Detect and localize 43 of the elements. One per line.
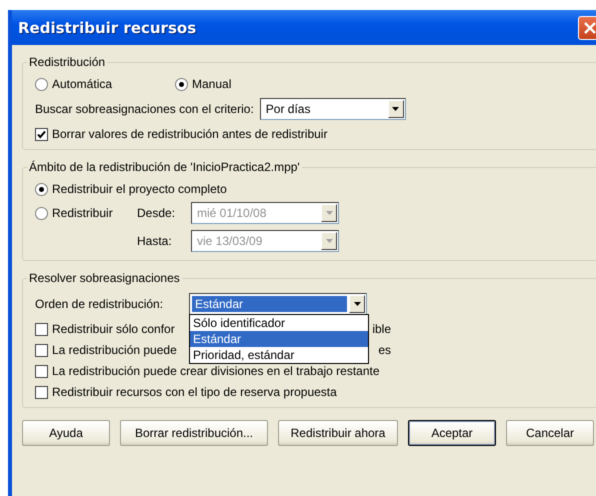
checkbox-label[interactable]: La redistribución puede crear divisiones en el trabajo restante: [52, 364, 380, 378]
checkbox-label[interactable]: Borrar valores de redistribución antes de redistribuir: [52, 127, 328, 141]
criteria-dropdown[interactable]: Por días: [260, 98, 406, 120]
radio-label[interactable]: Automática: [52, 77, 112, 91]
close-icon: [584, 22, 596, 34]
group-title: Resolver sobreasignaciones: [28, 271, 181, 285]
checkbox-label: ible: [372, 322, 391, 336]
checkbox[interactable]: [35, 364, 48, 378]
dropdown-option[interactable]: Estándar: [190, 331, 368, 347]
close-button[interactable]: [578, 16, 596, 40]
dialog-button[interactable]: Ayuda: [22, 420, 110, 446]
group-title: Ámbito de la redistribución de 'InicioPractica2.mpp': [28, 160, 301, 174]
dialog-button[interactable]: Borrar redistribución...: [120, 420, 268, 446]
window-title: Redistribuir recursos: [18, 18, 196, 36]
checkbox[interactable]: [35, 386, 48, 398]
dialog-button[interactable]: Aceptar: [408, 420, 496, 446]
dropdown-arrow-button[interactable]: [349, 295, 365, 313]
radio-label[interactable]: Redistribuir: [52, 206, 113, 220]
field-label: Buscar sobreasignaciones con el criterio:: [35, 102, 254, 116]
checkbox[interactable]: [35, 344, 48, 356]
caret-icon: [392, 107, 400, 111]
field-label: Orden de redistribución:: [35, 297, 164, 311]
radio-label[interactable]: Manual: [192, 77, 232, 91]
radio-button[interactable]: [35, 78, 48, 90]
field-label: Hasta:: [137, 234, 173, 248]
radio-label[interactable]: Redistribuir el proyecto completo: [52, 182, 227, 196]
radio-button[interactable]: [175, 78, 188, 90]
field-label: Desde:: [137, 206, 176, 220]
checkbox-label: es: [378, 343, 391, 357]
radio-button[interactable]: [35, 206, 48, 220]
dialog-button[interactable]: Cancelar: [506, 420, 594, 446]
dropdown-arrow-button[interactable]: [388, 100, 404, 118]
caret-icon: [326, 211, 332, 215]
checkbox[interactable]: [35, 128, 48, 140]
checkbox[interactable]: [35, 322, 48, 336]
dialog-button[interactable]: Redistribuir ahora: [278, 420, 398, 446]
checkbox-label[interactable]: La redistribución puede: [52, 343, 177, 357]
checkbox-label[interactable]: Redistribuir recursos con el tipo de reserva propuesta: [52, 385, 337, 399]
checkbox-label[interactable]: Redistribuir sólo confor: [52, 322, 175, 336]
caret-icon: [326, 239, 332, 243]
caret-icon: [354, 302, 360, 306]
radio-button[interactable]: [35, 182, 48, 196]
group-title: Redistribución: [28, 55, 106, 69]
